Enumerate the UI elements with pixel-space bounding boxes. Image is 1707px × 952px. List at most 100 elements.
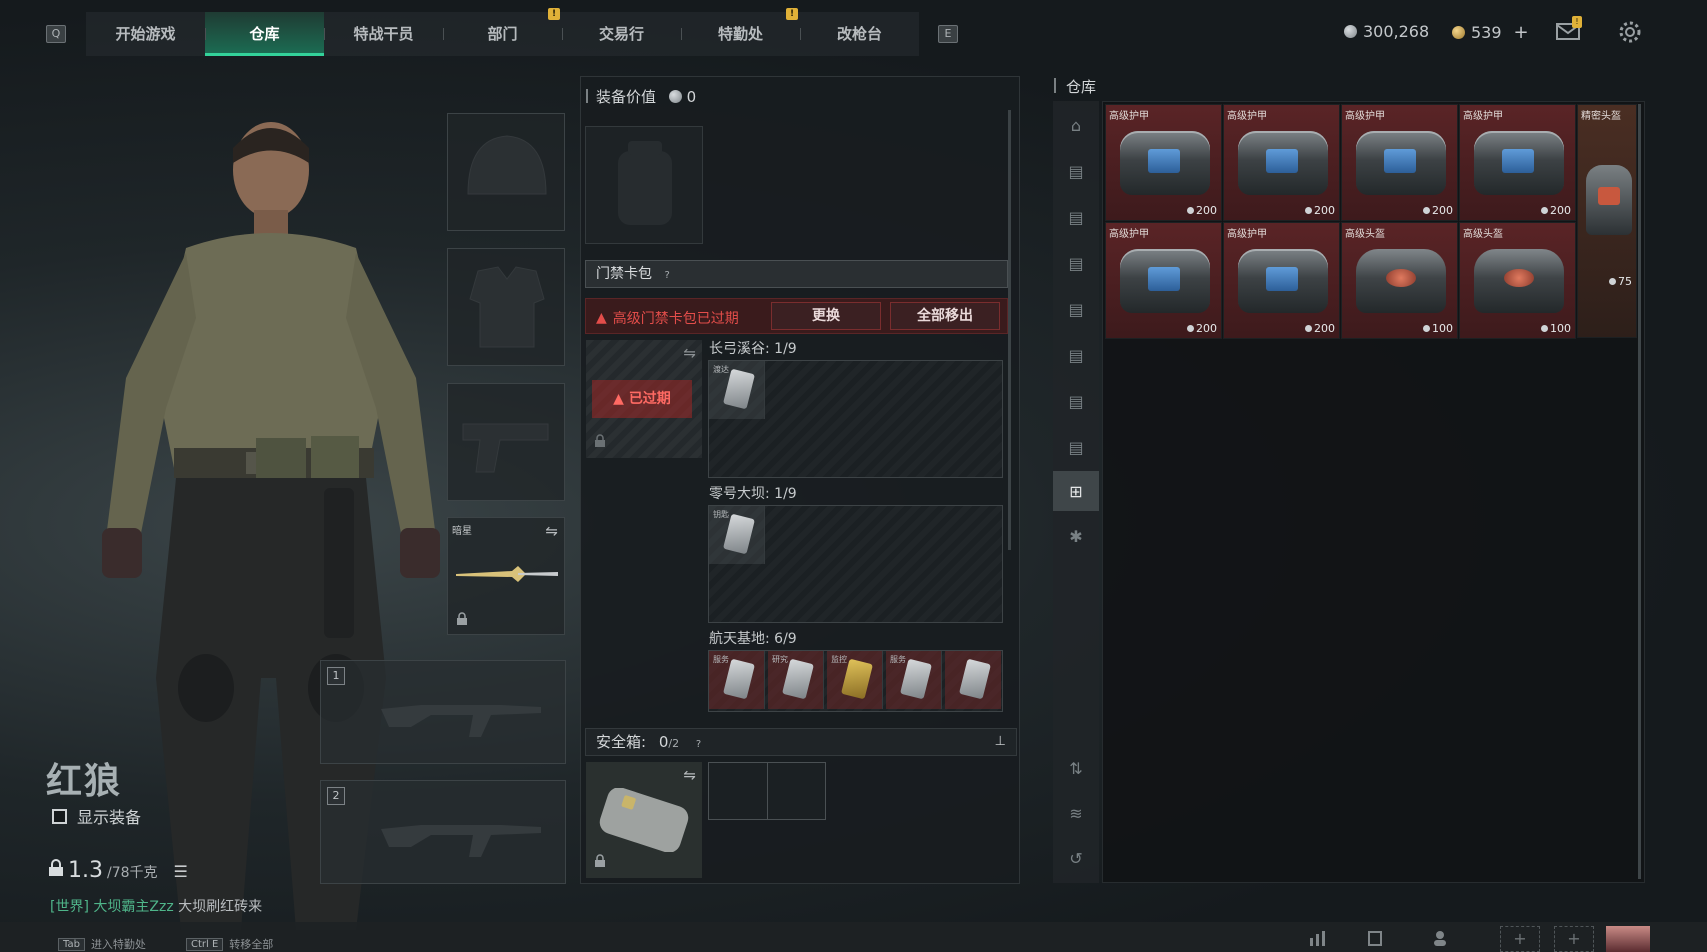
item-price: 200	[1541, 204, 1571, 217]
prev-tab-key-hint[interactable]: Q	[46, 25, 66, 43]
backpack-slot[interactable]	[585, 126, 703, 244]
warehouse-item[interactable]: 高级护甲 200	[1459, 104, 1576, 221]
mail-icon[interactable]: !	[1556, 16, 1582, 40]
tab-department[interactable]: 部门!	[443, 8, 562, 56]
keycard-item[interactable]	[945, 651, 1001, 709]
top-nav-bar: Q 开始游戏 仓库 特战干员 部门! 交易行 特勤处! 改枪台 E 300,26…	[0, 0, 1707, 62]
keycard-item[interactable]: 钥匙	[709, 506, 765, 564]
storage-page-1-icon[interactable]: ▤	[1053, 151, 1099, 191]
swap-icon[interactable]: ⇋	[545, 522, 558, 540]
keycard-item[interactable]: 监控	[827, 651, 883, 709]
item-name: 高级头盔	[1463, 229, 1503, 240]
storage-page-6-icon[interactable]: ▤	[1053, 381, 1099, 421]
warehouse-item[interactable]: 精密头盔 75	[1577, 104, 1637, 338]
warehouse-grid: 高级护甲 200 高级护甲 200 高级护甲 200 高级护甲 200 精密头盔 75 高…	[1102, 101, 1645, 883]
storage-settings-icon[interactable]: ✱	[1053, 516, 1099, 556]
layers-icon[interactable]: ≋	[1053, 793, 1099, 833]
add-storage-icon[interactable]: ⊞	[1053, 471, 1099, 511]
show-equipment-toggle[interactable]: 显示装备	[52, 804, 141, 828]
warehouse-title: 仓库	[1053, 78, 1097, 96]
all-items-icon[interactable]: ⌂	[1053, 105, 1099, 145]
armor-icon	[1238, 131, 1328, 195]
primary-weapon-slot-1[interactable]: 1	[320, 660, 566, 764]
item-name: 高级护甲	[1109, 111, 1149, 122]
party-slot-1[interactable]: +	[1500, 926, 1540, 952]
map-label-dam: 零号大坝: 1/9	[709, 486, 797, 502]
keycard-item[interactable]: 服务	[709, 651, 765, 709]
tab-warehouse[interactable]: 仓库	[205, 12, 324, 56]
keycard-item[interactable]: 服务	[886, 651, 942, 709]
item-price: 200	[1187, 204, 1217, 217]
storage-page-4-icon[interactable]: ▤	[1053, 289, 1099, 329]
gold-amount: 539	[1471, 23, 1502, 42]
safe-box-slot[interactable]: ⇋	[586, 762, 702, 878]
settings-gear-icon[interactable]	[1618, 20, 1642, 44]
warehouse-item[interactable]: 高级护甲 200	[1223, 104, 1340, 221]
sort-icon[interactable]: ⇅	[1053, 748, 1099, 788]
storage-page-5-icon[interactable]: ▤	[1053, 335, 1099, 375]
tab-operators[interactable]: 特战干员	[324, 12, 443, 56]
item-name: 高级护甲	[1227, 229, 1267, 240]
warehouse-item[interactable]: 高级头盔 100	[1459, 222, 1576, 339]
remove-all-button[interactable]: 全部移出	[890, 302, 1000, 330]
warehouse-item[interactable]: 高级护甲 200	[1341, 104, 1458, 221]
keycard-grid-valley: 渡达	[708, 360, 1003, 478]
weight-list-icon[interactable]: ☰	[174, 862, 188, 881]
pistol-placeholder-icon	[462, 423, 549, 473]
replace-button[interactable]: 更换	[771, 302, 881, 330]
item-name: 精密头盔	[1581, 111, 1621, 122]
gold-coin-icon	[1452, 26, 1465, 39]
pistol-slot[interactable]	[447, 383, 565, 501]
warehouse-item[interactable]: 高级头盔 100	[1341, 222, 1458, 339]
keycard-item[interactable]: 渡达	[709, 361, 765, 419]
pin-icon[interactable]: ⊥	[995, 729, 1006, 755]
item-price: 200	[1423, 204, 1453, 217]
lock-icon	[594, 853, 606, 872]
tab-gunsmith[interactable]: 改枪台	[800, 12, 919, 56]
silver-amount: 300,268	[1363, 22, 1430, 41]
tab-trading[interactable]: 交易行	[562, 12, 681, 56]
stats-icon[interactable]	[1308, 930, 1328, 946]
help-icon[interactable]: ?	[664, 270, 669, 281]
primary-weapon-slot-2[interactable]: 2	[320, 780, 566, 884]
next-tab-key-hint[interactable]: E	[938, 25, 958, 43]
keycard-item[interactable]: 研究	[768, 651, 824, 709]
swap-icon[interactable]: ⇋	[683, 344, 696, 362]
hint-enter-special-ops[interactable]: Tab 进入特勤处	[58, 936, 146, 952]
party-slot-2[interactable]: +	[1554, 926, 1594, 952]
keycard-icon	[959, 658, 991, 700]
expired-badge-text: 已过期	[628, 391, 671, 407]
keycard-bag-slot[interactable]: ⇋ ▲ 已过期	[586, 340, 702, 458]
storage-page-3-icon[interactable]: ▤	[1053, 243, 1099, 283]
help-icon[interactable]: ?	[696, 739, 701, 750]
storage-page-7-icon[interactable]: ▤	[1053, 427, 1099, 467]
tab-start-game[interactable]: 开始游戏	[86, 12, 205, 56]
hint-transfer-all[interactable]: Ctrl E 转移全部	[186, 936, 273, 952]
show-equipment-checkbox[interactable]	[52, 808, 67, 824]
rifle-placeholder-icon	[381, 825, 541, 857]
tab-special-ops[interactable]: 特勤处!	[681, 8, 800, 56]
player-avatar[interactable]	[1606, 926, 1650, 952]
transfer-icon[interactable]: ↺	[1053, 838, 1099, 878]
card-tag: 监控	[831, 655, 847, 664]
warehouse-item[interactable]: 高级护甲 200	[1223, 222, 1340, 339]
warehouse-scrollbar[interactable]	[1638, 104, 1641, 879]
armor-slot[interactable]	[447, 248, 565, 366]
card-tag: 服务	[713, 655, 729, 664]
weight-lock-icon	[48, 858, 64, 883]
warehouse-item[interactable]: 高级护甲 200	[1105, 104, 1222, 221]
world-chat-line[interactable]: [世界] 大坝霸主Zzz 大坝刷红砖来	[50, 896, 262, 916]
friends-icon[interactable]	[1432, 930, 1452, 946]
warehouse-item[interactable]: 高级护甲 200	[1105, 222, 1222, 339]
storage-page-2-icon[interactable]: ▤	[1053, 197, 1099, 237]
cards-icon[interactable]	[1366, 930, 1386, 946]
hint-text: 进入特勤处	[90, 938, 146, 951]
safe-box-grid[interactable]	[708, 762, 826, 820]
helmet-slot[interactable]	[447, 113, 565, 231]
swap-icon[interactable]: ⇋	[683, 766, 696, 784]
melee-slot[interactable]: 暗星 ⇋	[447, 517, 565, 635]
add-gold-button[interactable]: +	[1514, 22, 1529, 43]
show-equipment-label: 显示装备	[77, 808, 142, 827]
equip-value-label: 装备价值	[596, 88, 657, 106]
middle-scrollbar[interactable]	[1008, 110, 1011, 550]
